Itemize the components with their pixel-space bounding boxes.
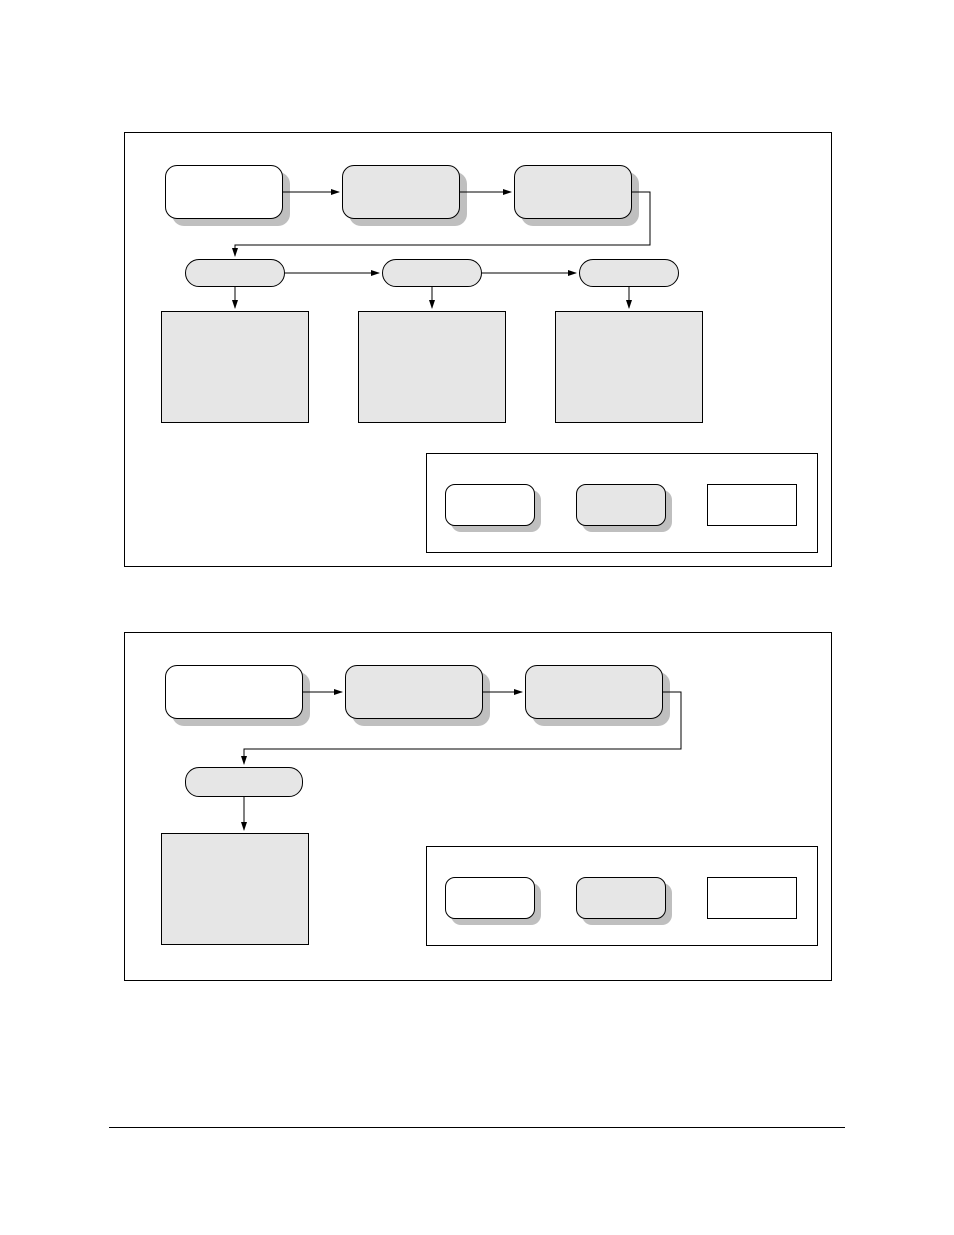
d2-legend2 xyxy=(576,877,666,919)
d1-box1 xyxy=(165,165,283,219)
d2-legend3 xyxy=(707,877,797,919)
d2-box2 xyxy=(345,665,483,719)
d1-legend3 xyxy=(707,484,797,526)
d2-box1 xyxy=(165,665,303,719)
d1-box2 xyxy=(342,165,460,219)
d1-pill1 xyxy=(185,259,285,287)
diagram-1-frame xyxy=(124,132,832,567)
d1-box3 xyxy=(514,165,632,219)
page xyxy=(0,0,954,1235)
d2-legend-frame xyxy=(426,846,818,946)
d1-square2 xyxy=(358,311,506,423)
diagram-2-frame xyxy=(124,632,832,981)
d1-pill3 xyxy=(579,259,679,287)
d2-legend1 xyxy=(445,877,535,919)
d2-pill1 xyxy=(185,767,303,797)
d1-legend-frame xyxy=(426,453,818,553)
d1-pill2 xyxy=(382,259,482,287)
d1-legend1 xyxy=(445,484,535,526)
d2-square1 xyxy=(161,833,309,945)
d1-square3 xyxy=(555,311,703,423)
footer-divider xyxy=(109,1127,845,1128)
d1-square1 xyxy=(161,311,309,423)
d2-box3 xyxy=(525,665,663,719)
d1-legend2 xyxy=(576,484,666,526)
